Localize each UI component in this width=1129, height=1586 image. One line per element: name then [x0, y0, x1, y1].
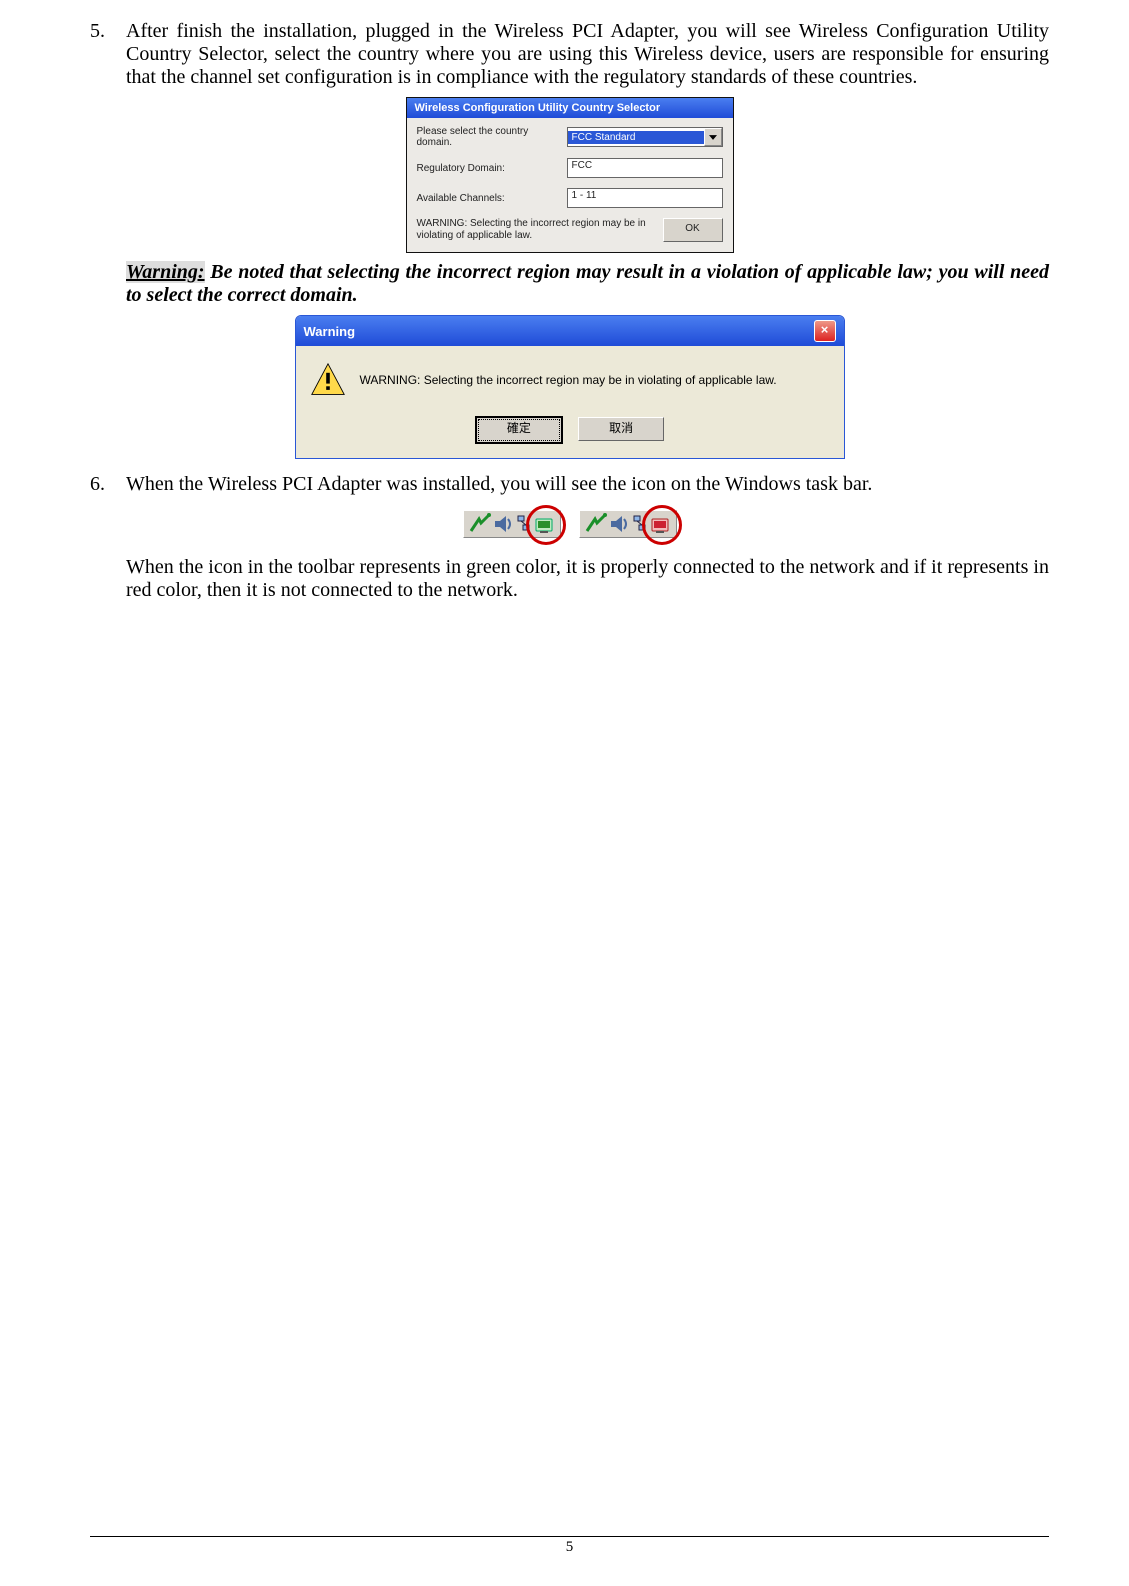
country-selector-dialog: Wireless Configuration Utility Country S… — [406, 97, 734, 253]
country-dropdown-value: FCC Standard — [568, 131, 704, 144]
inline-warning-label: Warning: — [126, 261, 205, 283]
step-6: 6. When the Wireless PCI Adapter was ins… — [90, 473, 1049, 496]
network-icon — [517, 514, 531, 534]
country-prompt-label: Please select the country domain. — [417, 126, 567, 148]
dialog2-message: WARNING: Selecting the incorrect region … — [360, 373, 830, 387]
dialog2-title: Warning — [304, 324, 814, 339]
wireless-tray-icon-green — [533, 513, 555, 535]
step-5-number: 5. — [90, 20, 126, 89]
volume-icon — [609, 513, 631, 535]
chevron-down-icon — [709, 132, 717, 143]
step-6-number: 6. — [90, 473, 126, 496]
dialog1-titlebar: Wireless Configuration Utility Country S… — [407, 98, 733, 118]
connection-icon — [585, 513, 607, 535]
taskbar-connected — [463, 510, 561, 538]
volume-icon — [493, 513, 515, 535]
step-6-text: When the Wireless PCI Adapter was instal… — [126, 473, 1049, 496]
regulatory-domain-label: Regulatory Domain: — [417, 163, 567, 174]
dropdown-button[interactable] — [704, 128, 722, 146]
page-number: 5 — [90, 1539, 1049, 1556]
close-button[interactable]: × — [814, 320, 836, 342]
taskbar-disconnected — [579, 510, 677, 538]
wireless-tray-icon-red — [649, 513, 671, 535]
country-dropdown[interactable]: FCC Standard — [567, 127, 723, 147]
warning-icon — [310, 362, 346, 398]
regulatory-domain-field[interactable]: FCC — [567, 158, 723, 178]
page-footer: 5 — [90, 1536, 1049, 1556]
available-channels-label: Available Channels: — [417, 193, 567, 204]
warning-dialog: Warning × WARNING: Selecting the incorre… — [295, 315, 845, 459]
close-icon: × — [821, 322, 829, 337]
available-channels-field[interactable]: 1 - 11 — [567, 188, 723, 208]
dialog1-ok-button[interactable]: OK — [663, 218, 723, 242]
step-5: 5. After finish the installation, plugge… — [90, 20, 1049, 89]
taskbar-examples — [90, 510, 1049, 538]
dialog2-ok-button[interactable]: 確定 — [475, 416, 563, 444]
taskbar-note: When the icon in the toolbar represents … — [126, 556, 1049, 602]
dialog2-cancel-button[interactable]: 取消 — [578, 417, 664, 441]
dialog1-warning-text: WARNING: Selecting the incorrect region … — [417, 218, 655, 242]
dialog2-titlebar: Warning × — [296, 316, 844, 346]
connection-icon — [469, 513, 491, 535]
step-5-text: After finish the installation, plugged i… — [126, 20, 1049, 89]
network-icon — [633, 514, 647, 534]
inline-warning: Warning: Be noted that selecting the inc… — [126, 261, 1049, 307]
inline-warning-text: Be noted that selecting the incorrect re… — [126, 261, 1049, 306]
